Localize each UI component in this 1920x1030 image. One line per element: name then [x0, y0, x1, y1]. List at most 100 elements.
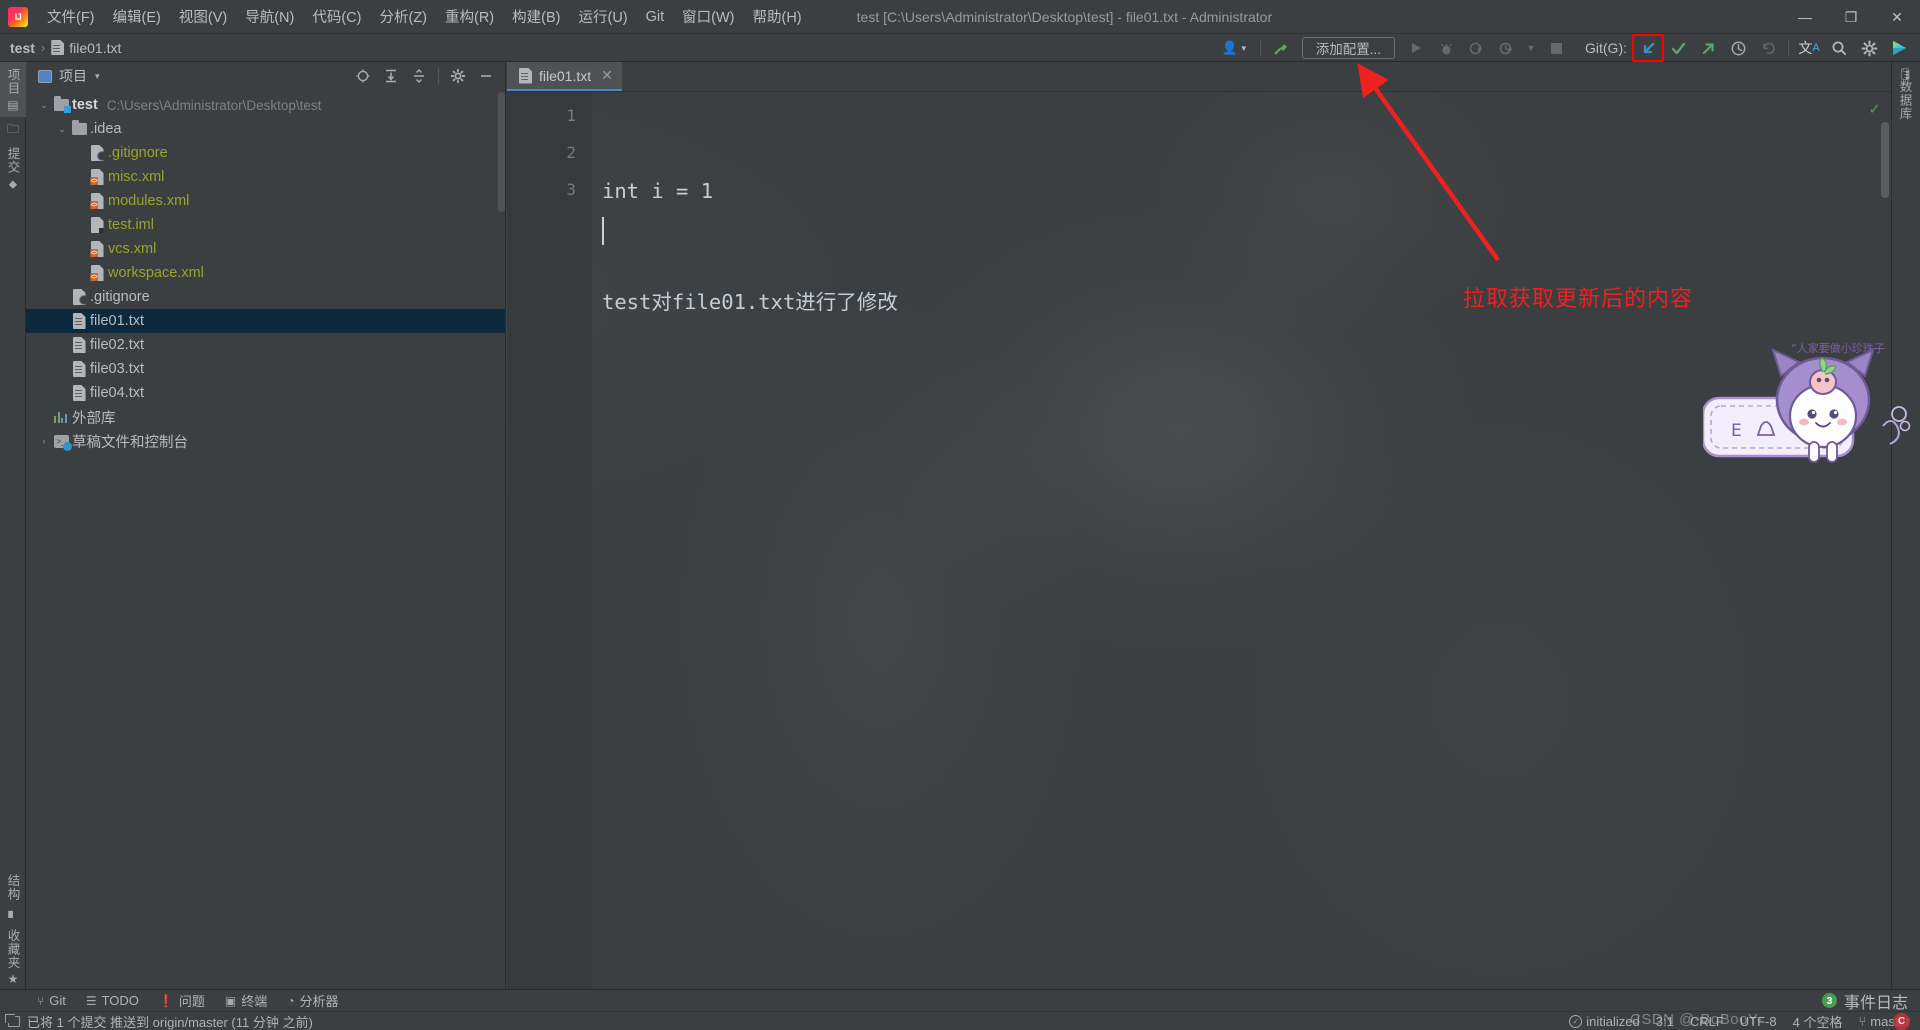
- profile-button[interactable]: [1491, 35, 1521, 61]
- run-with-coverage-button[interactable]: [1461, 35, 1491, 61]
- status-bar-right: ✓ initialized 3:1 CRLF UTF-8 4 个空格 ⑂ master: [1569, 1012, 1920, 1030]
- close-tab-icon[interactable]: ✕: [601, 67, 613, 84]
- expand-all-icon[interactable]: [378, 64, 404, 88]
- sidebar-tab-database[interactable]: 数据库 🛢: [1892, 62, 1918, 131]
- code-editor[interactable]: 1 2 3 int i = 1 test对file01.txt进行了修改 ✓: [507, 92, 1891, 991]
- tree-expand-chevron-icon[interactable]: ›: [36, 436, 52, 446]
- hide-panel-icon[interactable]: [473, 64, 499, 88]
- status-caret-position[interactable]: 3:1: [1656, 1014, 1674, 1029]
- tree-node-vcs-xml[interactable]: vcs.xml: [26, 237, 505, 261]
- breadcrumb-root[interactable]: test: [10, 40, 35, 56]
- toolwindow-todo[interactable]: ☰ TODO: [77, 991, 148, 1010]
- menu-help[interactable]: 帮助(H): [744, 2, 811, 31]
- inspection-status-icon[interactable]: ✓: [1868, 100, 1881, 118]
- tree-node-modules-xml[interactable]: modules.xml: [26, 189, 505, 213]
- chevron-down-icon[interactable]: ▾: [95, 71, 100, 82]
- notification-balloon-icon[interactable]: [5, 1013, 20, 1027]
- breadcrumb-file[interactable]: file01.txt: [69, 40, 121, 56]
- git-commit-button[interactable]: [1663, 35, 1693, 61]
- toolwindow-git[interactable]: ⑂ Git: [28, 991, 75, 1010]
- menu-build[interactable]: 构建(B): [503, 2, 569, 31]
- menu-view[interactable]: 视图(V): [170, 2, 236, 31]
- run-button[interactable]: [1401, 35, 1431, 61]
- tree-expand-chevron-icon[interactable]: ⌄: [36, 100, 52, 111]
- library-icon: [52, 411, 70, 423]
- csdn-watermark-icon: [1893, 1013, 1910, 1030]
- status-line-separator[interactable]: CRLF: [1690, 1014, 1724, 1029]
- todo-list-icon: ☰: [85, 993, 97, 1008]
- collapse-all-icon[interactable]: [406, 64, 432, 88]
- tree-node-workspace-xml[interactable]: workspace.xml: [26, 261, 505, 285]
- tree-node-file04[interactable]: file04.txt: [26, 381, 505, 405]
- ignored-file-icon: [70, 289, 88, 305]
- tree-node-idea[interactable]: ⌄ .idea: [26, 117, 505, 141]
- menu-code[interactable]: 代码(C): [303, 2, 370, 31]
- debug-button[interactable]: [1431, 35, 1461, 61]
- settings-gear-button[interactable]: [1854, 35, 1884, 61]
- toolwindow-problems[interactable]: ❗ 问题: [150, 989, 214, 1012]
- search-everywhere-button[interactable]: [1824, 35, 1854, 61]
- sidebar-tab-favorites[interactable]: 收藏夹 ★: [0, 923, 26, 992]
- user-account-button[interactable]: 👤 ▼: [1215, 35, 1255, 61]
- toolwindow-profiler[interactable]: ◔ 分析器: [278, 989, 347, 1012]
- editor-scrollbar-thumb[interactable]: [1881, 122, 1889, 198]
- maximize-button[interactable]: ❐: [1828, 0, 1874, 34]
- menu-refactor[interactable]: 重构(R): [436, 2, 503, 31]
- ide-play-button[interactable]: [1884, 35, 1914, 61]
- project-file-tree: ⌄ test C:\Users\Administrator\Desktop\test…: [26, 90, 505, 453]
- toolwindow-terminal[interactable]: ▣ 终端: [216, 989, 276, 1012]
- tree-node-file01[interactable]: file01.txt: [26, 309, 505, 333]
- run-dropdown-button[interactable]: ▼: [1521, 35, 1541, 61]
- menu-edit[interactable]: 编辑(E): [104, 2, 170, 31]
- sidebar-tab-database-label: 数据库: [1897, 80, 1912, 121]
- iml-file-icon: [88, 217, 106, 233]
- build-hammer-button[interactable]: [1266, 35, 1296, 61]
- editor-text-content[interactable]: int i = 1 test对file01.txt进行了修改: [602, 92, 1891, 991]
- panel-tool-separator: [438, 68, 439, 84]
- tree-node-scratches[interactable]: › >_ 草稿文件和控制台: [26, 429, 505, 453]
- select-opened-file-icon[interactable]: [350, 64, 376, 88]
- tree-expand-chevron-icon[interactable]: ⌄: [54, 124, 70, 135]
- editor-tab-file01[interactable]: file01.txt ✕: [507, 62, 622, 91]
- event-log-label[interactable]: 事件日志: [1844, 989, 1908, 1013]
- tree-node-test[interactable]: ⌄ test C:\Users\Administrator\Desktop\test: [26, 93, 505, 117]
- menu-navigate[interactable]: 导航(N): [236, 2, 303, 31]
- panel-settings-gear-icon[interactable]: [445, 64, 471, 88]
- tree-node-file03[interactable]: file03.txt: [26, 357, 505, 381]
- tree-node-external-libraries[interactable]: 外部库: [26, 405, 505, 429]
- sidebar-tab-folder[interactable]: 🗀: [0, 117, 26, 141]
- menu-file[interactable]: 文件(F): [38, 2, 104, 31]
- project-panel-scrollbar[interactable]: [498, 92, 505, 212]
- git-history-button[interactable]: [1723, 35, 1753, 61]
- translate-button[interactable]: 文A: [1794, 35, 1824, 61]
- tree-node-label: .gitignore: [90, 289, 150, 305]
- stop-button[interactable]: [1541, 35, 1571, 61]
- profiler-icon: ◔: [287, 993, 295, 1008]
- ignored-file-icon-glyph: [90, 145, 104, 161]
- sidebar-tab-project[interactable]: 项目 ▤: [0, 62, 26, 117]
- menu-analyze[interactable]: 分析(Z): [370, 2, 436, 31]
- tree-node-misc-xml[interactable]: misc.xml: [26, 165, 505, 189]
- minimize-button[interactable]: —: [1782, 0, 1828, 34]
- status-git-initialized[interactable]: ✓ initialized: [1569, 1014, 1640, 1029]
- tree-node-file02[interactable]: file02.txt: [26, 333, 505, 357]
- add-configuration-button[interactable]: 添加配置...: [1301, 37, 1395, 59]
- git-rollback-button[interactable]: [1753, 35, 1783, 61]
- tree-node-label: 草稿文件和控制台: [72, 434, 188, 451]
- sidebar-tab-structure[interactable]: 结构 ▖: [0, 868, 26, 923]
- tree-node-gitignore-idea[interactable]: .gitignore: [26, 141, 505, 165]
- menu-git[interactable]: Git: [637, 5, 674, 29]
- git-push-button[interactable]: [1693, 35, 1723, 61]
- event-log-area[interactable]: 3 事件日志: [1821, 989, 1920, 1013]
- status-encoding[interactable]: UTF-8: [1740, 1014, 1777, 1029]
- git-pull-button[interactable]: [1632, 34, 1664, 62]
- tool-window-bar: ⑂ Git ☰ TODO ❗ 问题 ▣ 终端 ◔ 分析器 3 事件日志: [0, 989, 1920, 1013]
- menu-run[interactable]: 运行(U): [569, 2, 636, 31]
- left-strip-top-tabs: 项目 ▤ 🗀 提交 ⬥: [0, 62, 26, 196]
- close-button[interactable]: ✕: [1874, 0, 1920, 34]
- tree-node-gitignore-root[interactable]: .gitignore: [26, 285, 505, 309]
- menu-window[interactable]: 窗口(W): [673, 2, 743, 31]
- tree-node-test-iml[interactable]: test.iml: [26, 213, 505, 237]
- status-indent[interactable]: 4 个空格: [1793, 1012, 1843, 1030]
- sidebar-tab-commit[interactable]: 提交 ⬥: [0, 141, 26, 196]
